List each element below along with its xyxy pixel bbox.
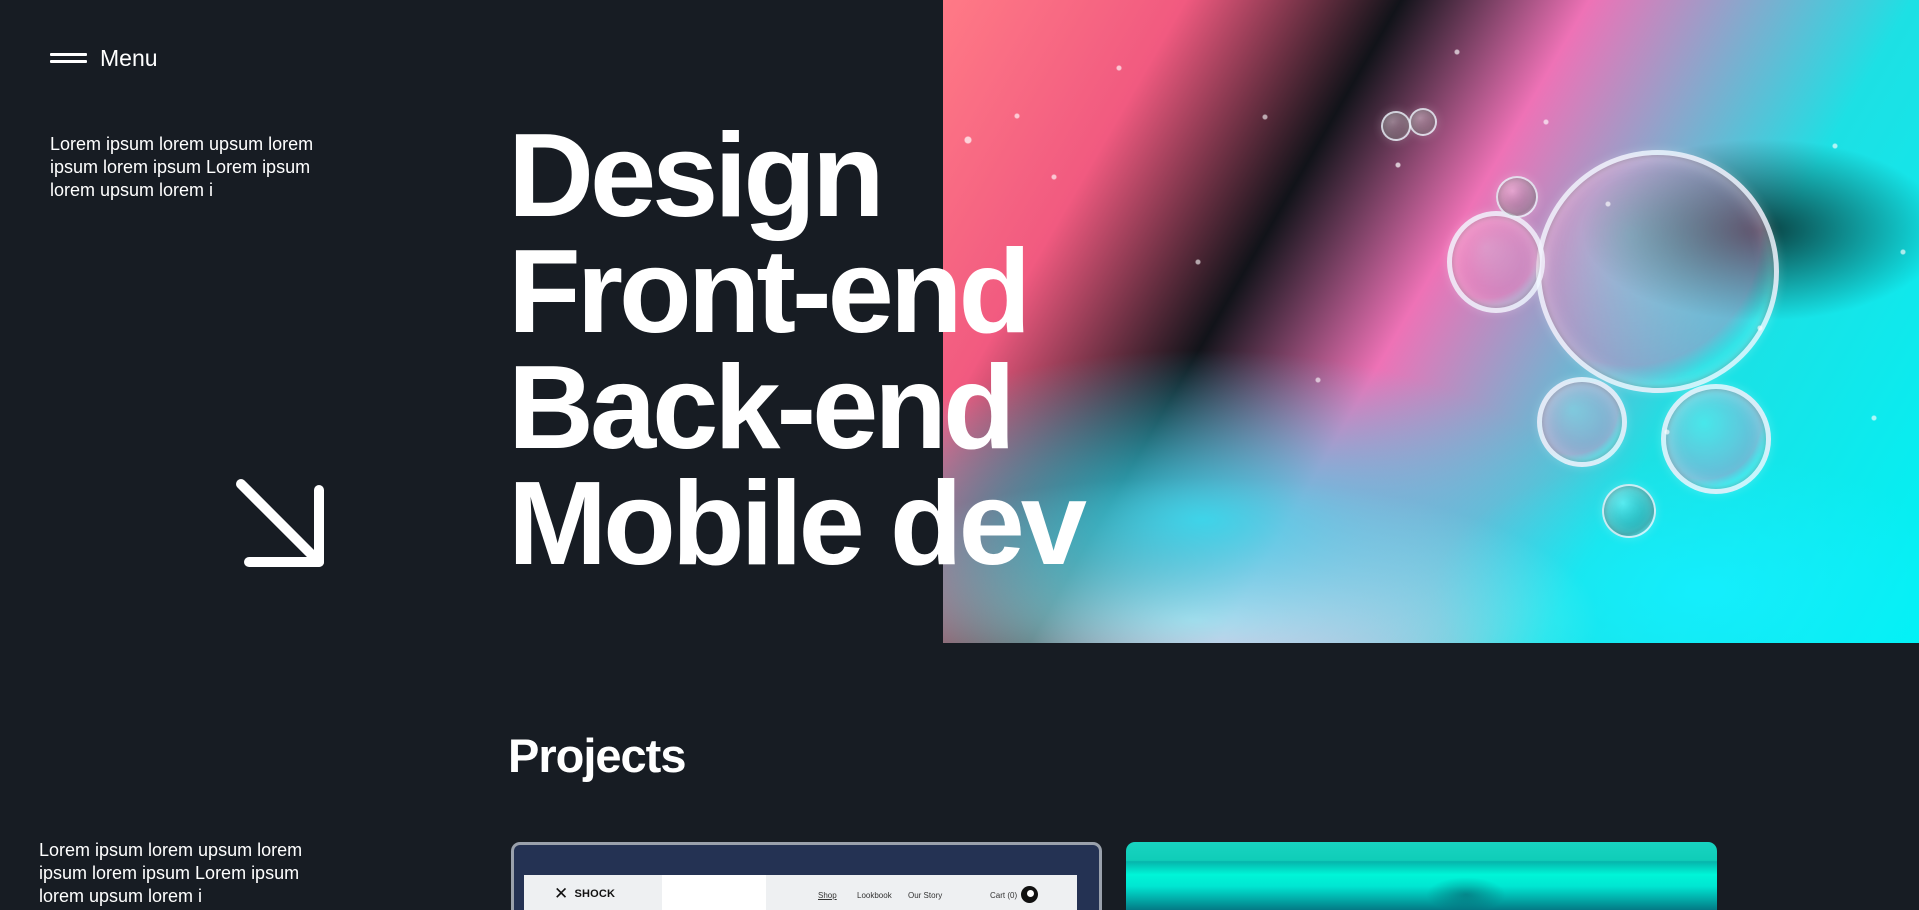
services-headline: Design Front-end Back-end Mobile dev bbox=[508, 109, 1188, 590]
project-card-shock[interactable]: ✕ SHOCK Shop Lookbook Our Story Cart (0) bbox=[511, 842, 1102, 910]
menu-label: Menu bbox=[100, 45, 158, 71]
lower-bubble-right bbox=[1661, 384, 1771, 494]
headline-line-back-end: Back-end bbox=[508, 341, 1016, 474]
shock-nav-lookbook[interactable]: Lookbook bbox=[857, 891, 892, 900]
projects-description: Lorem ipsum lorem upsum lorem ipsum lore… bbox=[39, 840, 303, 906]
moon-icon[interactable] bbox=[1021, 886, 1038, 903]
shock-logo-text: SHOCK bbox=[574, 888, 616, 900]
projects-title: Projects bbox=[508, 729, 686, 782]
shock-website-preview: ✕ SHOCK Shop Lookbook Our Story Cart (0) bbox=[524, 875, 1077, 910]
menu-button[interactable]: Menu bbox=[50, 44, 158, 72]
hamburger-icon bbox=[50, 51, 87, 65]
large-bubble bbox=[1536, 150, 1779, 393]
shock-nav-cart[interactable]: Cart (0) bbox=[990, 891, 1017, 900]
small-bubble-two bbox=[1381, 111, 1411, 141]
small-bubble-four bbox=[1602, 484, 1656, 538]
headline-line-front-end: Front-end bbox=[508, 225, 1031, 358]
shock-logo: ✕ SHOCK bbox=[554, 884, 616, 903]
shock-nav-shop[interactable]: Shop bbox=[818, 891, 837, 900]
portfolio-page: Menu Lorem ipsum lorem upsum lorem ipsum… bbox=[0, 0, 1919, 910]
lower-bubble-left bbox=[1537, 377, 1627, 467]
medium-bubble bbox=[1447, 211, 1545, 313]
headline-line-design: Design bbox=[508, 109, 885, 242]
small-bubble-three bbox=[1409, 108, 1437, 136]
arrow-down-right-icon bbox=[236, 479, 324, 567]
headline-line-mobile-dev: Mobile dev bbox=[508, 457, 1087, 590]
intro-description: Lorem ipsum lorem upsum lorem ipsum lore… bbox=[50, 134, 314, 200]
project-card-teal[interactable] bbox=[1126, 842, 1717, 910]
x-logo-icon: ✕ bbox=[554, 884, 569, 903]
small-bubble-one bbox=[1496, 176, 1538, 218]
shock-nav-our-story[interactable]: Our Story bbox=[908, 891, 942, 900]
